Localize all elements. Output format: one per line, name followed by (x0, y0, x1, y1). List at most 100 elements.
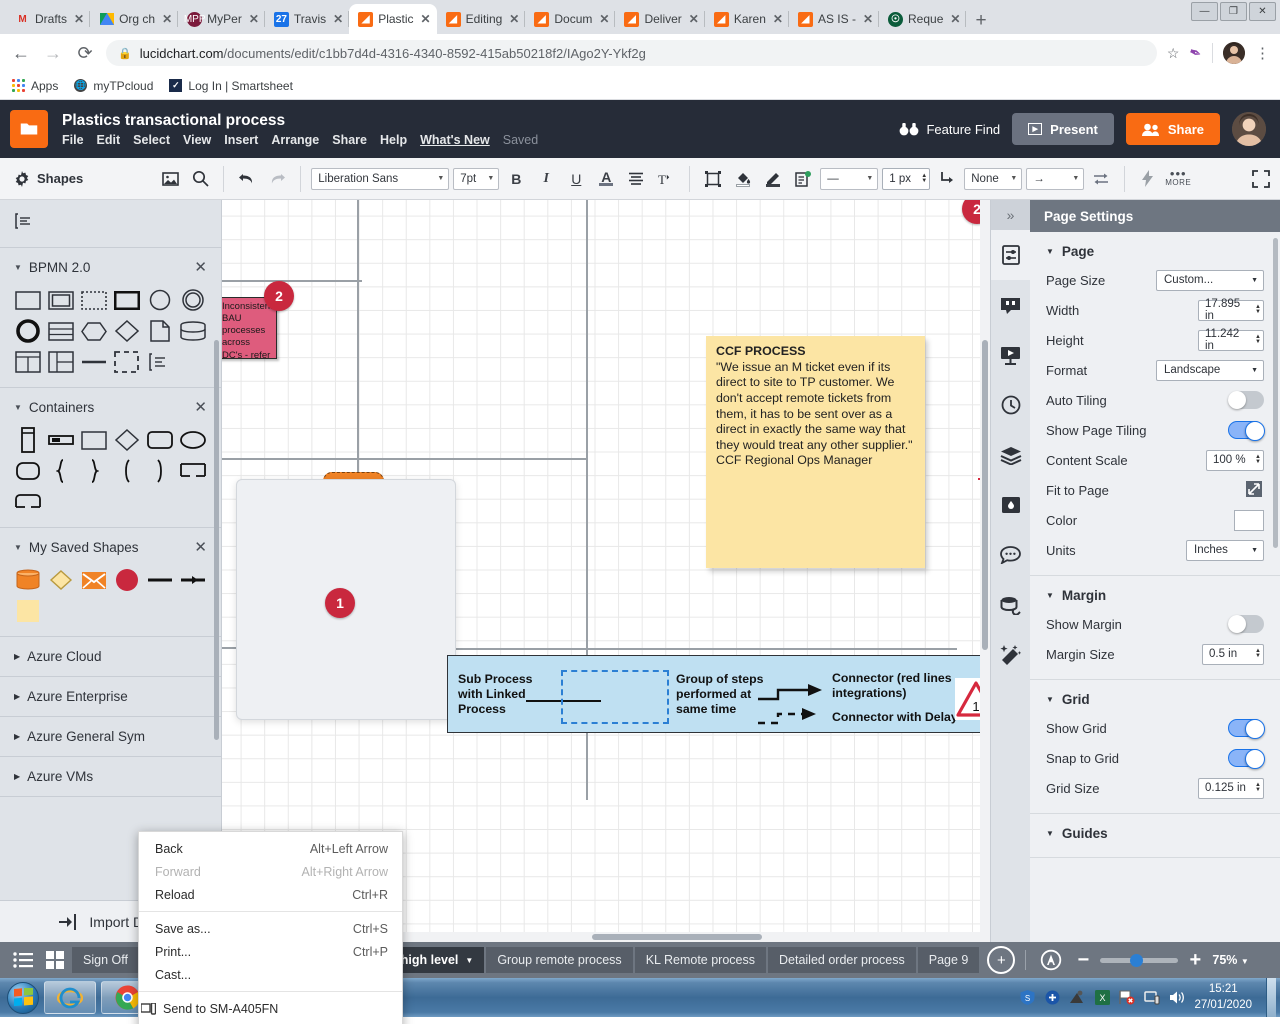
zoom-slider[interactable] (1100, 953, 1179, 967)
fit-to-page-icon[interactable] (1244, 479, 1264, 502)
internet-explorer-icon[interactable] (44, 981, 96, 1014)
presentation-icon[interactable] (991, 330, 1031, 380)
revision-history-icon[interactable] (991, 380, 1031, 430)
close-icon[interactable]: ✕ (948, 12, 960, 26)
bookmark-star-icon[interactable]: ☆ (1167, 45, 1180, 62)
shapes-section-collapsed[interactable]: ▶ Azure Enterprise (0, 677, 221, 717)
page-grid-icon[interactable] (40, 945, 70, 975)
page-settings-group-header[interactable]: ▼ Grid (1030, 692, 1280, 713)
user-avatar[interactable] (1232, 112, 1266, 146)
zoom-in-button[interactable]: + (1180, 945, 1210, 975)
close-icon[interactable]: ✕ (419, 12, 431, 26)
browser-context-menu[interactable]: Back Alt+Left Arrow Forward Alt+Right Arrow… (138, 831, 403, 1024)
sync-icon[interactable] (1044, 990, 1060, 1006)
bold-button[interactable]: B (503, 166, 529, 192)
menu-select[interactable]: Select (133, 133, 170, 147)
spinner-arrows-icon[interactable]: ▲ ▼ (1250, 304, 1261, 315)
close-icon[interactable]: ✕ (194, 538, 207, 556)
close-icon[interactable]: ✕ (194, 398, 207, 416)
orange-cylinder-shape[interactable] (14, 567, 43, 593)
font-size-select[interactable]: 7pt ▼ (453, 167, 500, 190)
shapes-section-header[interactable]: ▼ Containers ✕ (14, 398, 207, 416)
page-settings-scrollbar[interactable] (1273, 238, 1278, 548)
browser-tab[interactable]: ◢ AS IS - ✕ (789, 4, 880, 34)
yellow-note-shape[interactable]: CCF PROCESS "We issue an M ticket even i… (706, 336, 925, 568)
lucidchart-logo-icon[interactable] (10, 110, 48, 148)
page-tab[interactable]: Sign Off (72, 947, 139, 973)
show-desktop-button[interactable] (1266, 978, 1276, 1017)
flag-error-icon[interactable] (1119, 990, 1135, 1006)
spinner-arrows-icon[interactable]: ▲ ▼ (1250, 454, 1261, 465)
show-margin-toggle[interactable] (1228, 615, 1264, 633)
line-color-icon[interactable] (760, 166, 786, 192)
page-size-select[interactable]: Custom... ▼ (1156, 269, 1264, 291)
line-style-select[interactable]: — ▼ (820, 167, 879, 190)
underline-button[interactable]: U (563, 166, 589, 192)
chevron-down-icon[interactable]: ▼ (1046, 695, 1054, 704)
rounded-square-shape[interactable] (14, 458, 43, 484)
yellow-sticky-shape[interactable] (14, 598, 43, 624)
line-width-spinner[interactable]: 1 px ▲ ▼ (882, 167, 931, 190)
menu-file[interactable]: File (62, 133, 84, 147)
window-close-button[interactable]: ✕ (1249, 2, 1276, 21)
close-icon[interactable]: ✕ (160, 12, 172, 26)
chrome-menu-icon[interactable]: ⋮ (1255, 46, 1270, 61)
vertical-swimlane-shape[interactable] (14, 427, 43, 453)
orange-envelope-shape[interactable] (80, 567, 109, 593)
page-settings-group-header[interactable]: ▼ Guides (1030, 826, 1280, 847)
arrow-start-select[interactable]: None ▼ (964, 167, 1023, 190)
bold-circle-shape[interactable] (14, 318, 43, 344)
profile-avatar[interactable] (1223, 42, 1245, 64)
dashed-rounded-shape[interactable] (14, 489, 43, 515)
browser-tab[interactable]: 27 Travis ✕ (265, 4, 350, 34)
document-title[interactable]: Plastics transactional process (62, 111, 538, 130)
close-icon[interactable]: ✕ (687, 12, 699, 26)
present-button[interactable]: ▶ Present (1012, 113, 1114, 145)
document-page-shape[interactable] (145, 318, 174, 344)
connector-type-icon[interactable] (934, 166, 960, 192)
red-circle-shape[interactable] (113, 567, 142, 593)
color-swatch[interactable] (1234, 509, 1264, 531)
menu-insert[interactable]: Insert (224, 133, 258, 147)
spinner-arrows-icon[interactable]: ▲ ▼ (1250, 648, 1261, 659)
page-settings-icon[interactable] (990, 230, 1031, 280)
chevron-down-icon[interactable]: ▼ (1046, 591, 1054, 600)
width-spinner[interactable]: 17.895 in ▲ ▼ (1198, 298, 1264, 322)
shapes-section-header[interactable]: ▼ BPMN 2.0 ✕ (14, 258, 207, 276)
comment-badge-1[interactable]: 1 (325, 588, 355, 618)
theme-icon[interactable] (991, 480, 1031, 530)
new-tab-button[interactable]: + (966, 11, 995, 34)
page-settings-group-header[interactable]: ▼ Margin (1030, 588, 1280, 609)
chevron-right-icon[interactable]: ▶ (14, 732, 20, 741)
margin-size-spinner[interactable]: 0.5 in ▲ ▼ (1202, 643, 1264, 665)
zoom-slider-handle[interactable] (1130, 953, 1144, 967)
table-rows-shape[interactable] (47, 318, 76, 344)
annotation-bracket-shape[interactable] (145, 349, 174, 375)
chevron-down-icon[interactable]: ▼ (14, 263, 22, 272)
yellow-diamond-shape[interactable] (47, 567, 76, 593)
context-menu-item[interactable]: Back Alt+Left Arrow (139, 837, 402, 860)
data-link-icon[interactable] (991, 580, 1031, 630)
context-menu-item[interactable]: Send to SM-A405FN (139, 997, 402, 1020)
layers-icon[interactable] (991, 430, 1031, 480)
height-spinner[interactable]: 11.242 in ▲ ▼ (1198, 328, 1264, 352)
excel-icon[interactable]: X (1094, 990, 1110, 1006)
browser-tab[interactable]: Org ch ✕ (90, 4, 179, 34)
monitor-icon[interactable] (1144, 990, 1160, 1006)
left-paren-shape[interactable] (113, 458, 142, 484)
context-menu-item[interactable]: Save as... Ctrl+S (139, 917, 402, 940)
bookmark-apps[interactable]: Apps (12, 79, 58, 93)
menu-help[interactable]: Help (380, 133, 407, 147)
undo-icon[interactable] (234, 166, 260, 192)
comment-badge-2-note[interactable]: 2 (264, 281, 294, 311)
split-pane-h-shape[interactable] (47, 349, 76, 375)
comment-quote-icon[interactable] (991, 280, 1031, 330)
auto-tiling-toggle[interactable] (1228, 391, 1264, 409)
database-cylinder-shape[interactable] (178, 318, 207, 344)
browser-tab[interactable]: M Drafts ✕ (6, 4, 91, 34)
menu-view[interactable]: View (183, 133, 211, 147)
content-scale-spinner[interactable]: 100 % ▲ ▼ (1206, 449, 1264, 471)
chevron-down-icon[interactable]: ▼ (458, 956, 473, 965)
shapes-panel-scrollbar[interactable] (214, 340, 219, 740)
browser-tab[interactable]: ◢ Plastic ✕ (349, 4, 437, 34)
